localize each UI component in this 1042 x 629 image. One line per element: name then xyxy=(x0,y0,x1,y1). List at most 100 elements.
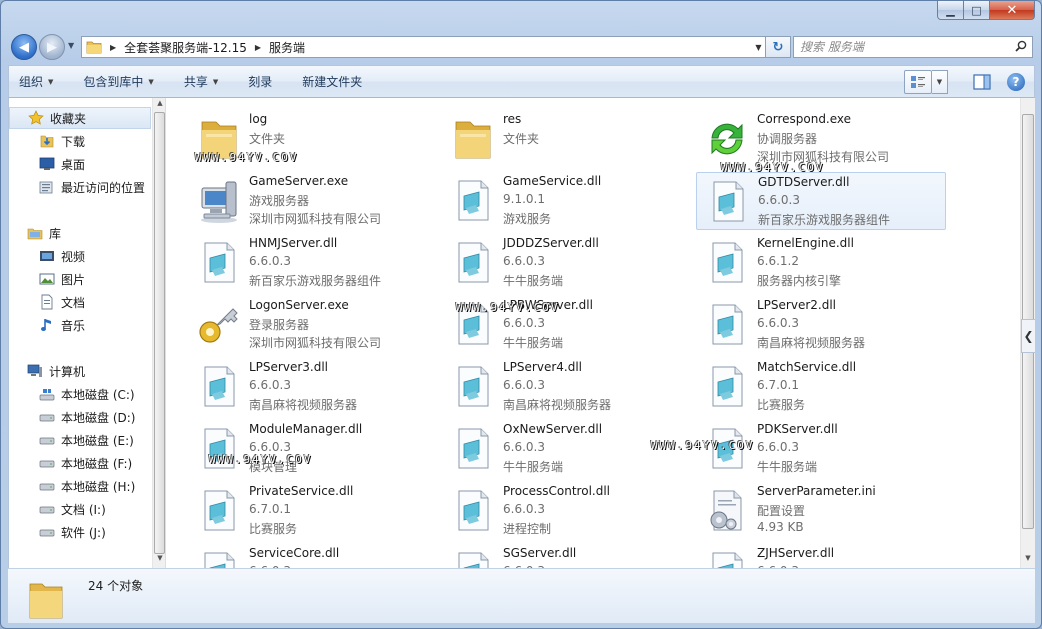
file-tile[interactable]: MatchService.dll 6.7.0.1 比赛服务 xyxy=(696,358,946,416)
file-tile[interactable]: LPServer4.dll 6.6.0.3 南昌麻将视频服务器 xyxy=(442,358,692,416)
navigation-scrollbar[interactable]: ▲ ▼ xyxy=(152,98,166,568)
chevron-down-icon: ▼ xyxy=(48,77,54,86)
nav-recent-places[interactable]: 最近访问的位置 xyxy=(9,176,151,198)
nav-documents[interactable]: 文档 xyxy=(9,291,151,313)
file-detail-primary: 文件夹 xyxy=(503,132,540,146)
file-tile[interactable]: GameService.dll 9.1.0.1 游戏服务 xyxy=(442,172,692,230)
scroll-down-icon[interactable]: ▼ xyxy=(1023,554,1033,566)
close-button[interactable]: ✕ xyxy=(990,1,1035,20)
nav-drive-f[interactable]: 本地磁盘 (F:) xyxy=(9,452,151,474)
search-icon[interactable] xyxy=(1015,40,1027,52)
file-tile[interactable]: ServerParameter.ini 配置设置 4.93 KB xyxy=(696,482,946,540)
folder-icon xyxy=(86,41,102,54)
nav-drive-i[interactable]: 文档 (I:) xyxy=(9,498,151,520)
nav-drive-c-label: 本地磁盘 (C:) xyxy=(61,387,135,402)
navigation-bar: ◀ ▶ ▼ ▶ 全套荟聚服务端-12.15 ▶ 服务端 ▼ ↻ xyxy=(9,32,1035,62)
back-button[interactable]: ◀ xyxy=(11,34,37,60)
file-tile[interactable]: ZJHServer.dll6.6.0.3 xyxy=(696,544,946,568)
nav-drive-d[interactable]: 本地磁盘 (D:) xyxy=(9,406,151,428)
file-tile[interactable]: HNMJServer.dll 6.6.0.3 新百家乐游戏服务器组件 xyxy=(188,234,438,292)
preview-pane-icon xyxy=(973,74,991,90)
nav-pictures[interactable]: 图片 xyxy=(9,268,151,290)
file-detail-primary: 6.6.0.3 xyxy=(249,440,291,454)
nav-desktop[interactable]: 桌面 xyxy=(9,153,151,175)
help-button[interactable]: ? xyxy=(1004,70,1028,94)
file-tile[interactable]: GDTDServer.dll 6.6.0.3 新百家乐游戏服务器组件 xyxy=(696,172,946,230)
new-folder-button[interactable]: 新建文件夹 xyxy=(302,73,362,90)
file-tile[interactable]: PrivateService.dll 6.7.0.1 比赛服务 xyxy=(188,482,438,540)
file-detail-primary: 6.6.0.3 xyxy=(249,254,291,268)
chevron-down-icon: ▼ xyxy=(936,78,943,86)
dll-icon xyxy=(196,488,242,534)
file-name: log xyxy=(249,112,268,126)
file-name: MatchService.dll xyxy=(757,360,857,374)
file-tile[interactable]: SGServer.dll6.6.0.3 xyxy=(442,544,692,568)
refresh-button[interactable]: ↻ xyxy=(765,36,791,58)
breadcrumb-current[interactable]: 服务端 xyxy=(269,39,305,56)
file-detail-secondary: 游戏服务 xyxy=(503,212,552,226)
file-detail-secondary: 南昌麻将视频服务器 xyxy=(757,336,866,350)
file-detail-primary: 文件夹 xyxy=(249,132,286,146)
dll-icon xyxy=(450,178,496,224)
address-bar[interactable]: ▶ 全套荟聚服务端-12.15 ▶ 服务端 xyxy=(81,36,757,58)
file-list-view[interactable]: log 文件夹 res 文件夹 Correspond.exe 协调服务器 深圳市网狐科技有限… xyxy=(165,98,1020,568)
picture-icon xyxy=(39,273,55,285)
dll-icon xyxy=(704,240,750,286)
hard-drive-icon xyxy=(39,437,55,445)
chevron-left-icon: ❮ xyxy=(1023,329,1034,343)
chevron-right-icon[interactable]: ▶ xyxy=(110,43,116,52)
nav-drive-j[interactable]: 软件 (J:) xyxy=(9,521,151,543)
nav-drive-e[interactable]: 本地磁盘 (E:) xyxy=(9,429,151,451)
burn-button[interactable]: 刻录 xyxy=(248,73,272,90)
hard-drive-icon xyxy=(39,506,55,514)
system-drive-icon xyxy=(39,389,55,401)
file-tile[interactable]: ServiceCore.dll6.6.0.3 xyxy=(188,544,438,568)
document-icon xyxy=(41,294,53,310)
file-detail-primary: 6.6.0.3 xyxy=(503,440,545,454)
file-detail-primary: 6.6.0.3 xyxy=(503,502,545,516)
file-tile[interactable]: LPServer3.dll 6.6.0.3 南昌麻将视频服务器 xyxy=(188,358,438,416)
file-name: ModuleManager.dll xyxy=(249,422,363,436)
recent-pages-dropdown[interactable]: ▼ xyxy=(68,41,78,53)
include-in-library-menu[interactable]: 包含到库中 ▼ xyxy=(83,73,153,90)
include-library-label: 包含到库中 xyxy=(83,75,144,89)
change-view-button[interactable] xyxy=(904,70,932,94)
chevron-right-icon[interactable]: ▶ xyxy=(255,43,261,52)
file-detail-primary: 6.6.0.3 xyxy=(503,254,545,268)
file-tile[interactable]: LogonServer.exe 登录服务器 深圳市网狐科技有限公司 xyxy=(188,296,438,354)
scroll-down-icon[interactable]: ▼ xyxy=(155,554,165,566)
share-menu[interactable]: 共享 ▼ xyxy=(184,73,218,90)
breadcrumb-parent[interactable]: 全套荟聚服务端-12.15 xyxy=(124,39,247,56)
nav-computer[interactable]: 计算机 xyxy=(9,360,151,382)
file-detail-secondary: 4.93 KB xyxy=(757,520,804,534)
search-box[interactable] xyxy=(793,36,1033,58)
nav-drive-c[interactable]: 本地磁盘 (C:) xyxy=(9,383,151,405)
file-tile[interactable]: ProcessControl.dll 6.6.0.3 进程控制 xyxy=(442,482,692,540)
hard-drive-icon xyxy=(39,529,55,537)
file-tile[interactable]: res 文件夹 xyxy=(442,110,692,168)
file-tile[interactable]: Correspond.exe 协调服务器 深圳市网狐科技有限公司 xyxy=(696,110,946,168)
file-tile[interactable]: JDDDZServer.dll 6.6.0.3 牛牛服务端 xyxy=(442,234,692,292)
chevron-down-icon: ▼ xyxy=(212,77,219,86)
nav-videos[interactable]: 视频 xyxy=(9,245,151,267)
view-options-dropdown[interactable]: ▼ xyxy=(932,70,948,94)
search-input[interactable] xyxy=(800,40,1005,54)
nav-libraries[interactable]: 库 xyxy=(9,222,151,244)
file-tile[interactable]: ModuleManager.dll 6.6.0.3 模块管理 xyxy=(188,420,438,478)
expand-pane-button[interactable]: ❮ xyxy=(1021,319,1035,353)
nav-music[interactable]: 音乐 xyxy=(9,314,151,336)
maximize-button[interactable]: □ xyxy=(964,1,990,20)
file-tile[interactable]: KernelEngine.dll 6.6.1.2 服务器内核引擎 xyxy=(696,234,946,292)
minimize-button[interactable]: ▁ xyxy=(937,1,964,20)
forward-button[interactable]: ▶ xyxy=(39,34,65,60)
organize-menu[interactable]: 组织 ▼ xyxy=(19,73,53,90)
nav-drive-h[interactable]: 本地磁盘 (H:) xyxy=(9,475,151,497)
navigation-scrollbar-thumb[interactable] xyxy=(154,112,165,554)
preview-pane-button[interactable] xyxy=(970,70,994,94)
nav-downloads[interactable]: 下载 xyxy=(9,130,151,152)
scroll-up-icon[interactable]: ▲ xyxy=(155,99,165,111)
file-tile[interactable]: LPServer2.dll 6.6.0.3 南昌麻将视频服务器 xyxy=(696,296,946,354)
watermark: WWW.94YV.COV xyxy=(209,453,313,466)
nav-favorites[interactable]: 收藏夹 xyxy=(9,107,151,129)
file-tile[interactable]: GameServer.exe 游戏服务器 深圳市网狐科技有限公司 xyxy=(188,172,438,230)
